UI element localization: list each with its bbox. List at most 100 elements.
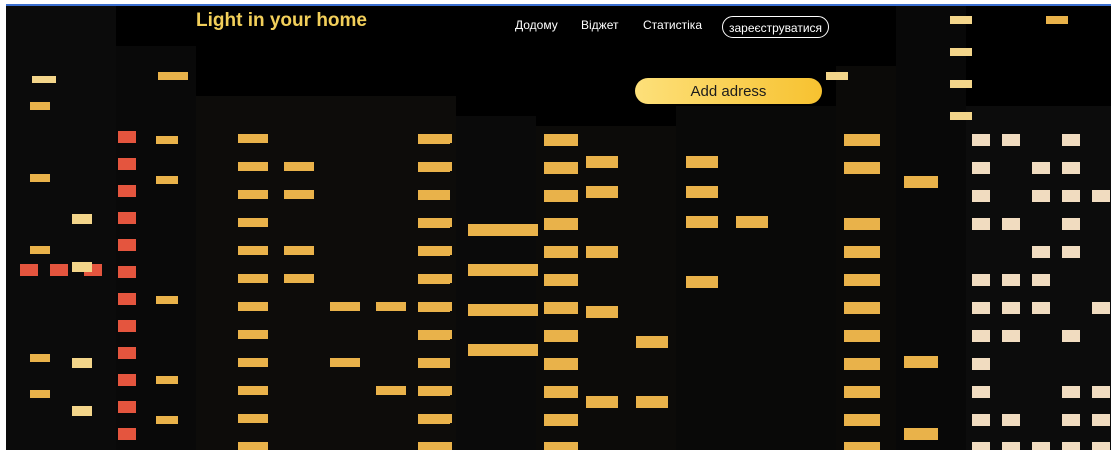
lit-window: [156, 416, 178, 424]
building-silhouette: [456, 116, 536, 450]
nav-widget-link[interactable]: Віджет: [581, 18, 618, 32]
lit-window: [544, 302, 578, 314]
lit-window: [972, 442, 990, 450]
lit-window: [284, 274, 314, 283]
lit-window: [1062, 442, 1080, 450]
lit-window: [1032, 190, 1050, 202]
lit-window: [156, 136, 178, 144]
lit-window: [844, 162, 880, 174]
lit-window: [238, 218, 268, 227]
lit-window: [468, 304, 538, 316]
lit-window: [1002, 218, 1020, 230]
lit-window: [544, 162, 578, 174]
nav-home-link[interactable]: Додому: [515, 18, 558, 32]
lit-window: [118, 320, 136, 332]
lit-window: [844, 218, 880, 230]
lit-window: [238, 274, 268, 283]
lit-window: [544, 218, 578, 230]
lit-window: [330, 358, 360, 367]
lit-window: [72, 358, 92, 368]
lit-window: [1032, 302, 1050, 314]
lit-window: [1092, 190, 1110, 202]
lit-window: [418, 218, 450, 228]
lit-window: [972, 386, 990, 398]
lit-window: [30, 102, 50, 110]
lit-window: [238, 442, 268, 450]
lit-window: [118, 293, 136, 305]
lit-window: [468, 264, 538, 276]
lit-window: [158, 72, 188, 80]
lit-window: [544, 358, 578, 370]
lit-window: [1032, 274, 1050, 286]
lit-window: [284, 190, 314, 199]
lit-window: [686, 276, 718, 288]
lit-window: [118, 374, 136, 386]
lit-window: [238, 414, 268, 423]
lit-window: [1062, 190, 1080, 202]
lit-window: [1002, 134, 1020, 146]
lit-window: [972, 218, 990, 230]
lit-window: [284, 246, 314, 255]
lit-window: [904, 356, 938, 368]
lit-window: [418, 162, 450, 172]
lit-window: [468, 224, 538, 236]
lit-window: [586, 306, 618, 318]
building-silhouette: [6, 6, 116, 450]
lit-window: [1092, 442, 1110, 450]
lit-window: [972, 302, 990, 314]
lit-window: [32, 76, 56, 83]
lit-window: [544, 414, 578, 426]
city-night-background: [6, 6, 1111, 450]
nav-stats-link[interactable]: Статистіка: [643, 18, 702, 32]
lit-window: [418, 302, 450, 312]
lit-window: [586, 246, 618, 258]
lit-window: [1032, 442, 1050, 450]
lit-window: [950, 112, 972, 120]
lit-window: [238, 190, 268, 199]
lit-window: [118, 185, 136, 197]
lit-window: [950, 48, 972, 56]
register-button[interactable]: зареєструватися: [722, 16, 830, 38]
lit-window: [118, 239, 136, 251]
lit-window: [844, 246, 880, 258]
lit-window: [844, 358, 880, 370]
lit-window: [844, 330, 880, 342]
lit-window: [118, 428, 136, 440]
lit-window: [376, 386, 406, 395]
add-address-button[interactable]: Add adress: [635, 78, 822, 104]
lit-window: [118, 266, 136, 278]
lit-window: [330, 302, 360, 311]
lit-window: [844, 134, 880, 146]
lit-window: [586, 156, 618, 168]
lit-window: [72, 262, 92, 272]
lit-window: [972, 190, 990, 202]
lit-window: [1002, 442, 1020, 450]
lit-window: [1062, 386, 1080, 398]
lit-window: [1062, 162, 1080, 174]
lit-window: [284, 162, 314, 171]
lit-window: [238, 134, 268, 143]
lit-window: [844, 302, 880, 314]
lit-window: [418, 134, 450, 144]
lit-window: [1092, 414, 1110, 426]
lit-window: [376, 302, 406, 311]
lit-window: [118, 212, 136, 224]
main-navigation: Додому Віджет Статистіка зареєструватися: [6, 12, 1111, 38]
lit-window: [30, 354, 50, 362]
lit-window: [1032, 246, 1050, 258]
lit-window: [156, 296, 178, 304]
lit-window: [1002, 274, 1020, 286]
building-silhouette: [196, 96, 456, 450]
lit-window: [238, 386, 268, 395]
lit-window: [118, 158, 136, 170]
lit-window: [468, 344, 538, 356]
lit-window: [418, 414, 450, 424]
lit-window: [418, 330, 450, 340]
lit-window: [1032, 162, 1050, 174]
building-silhouette: [896, 6, 966, 450]
lit-window: [1092, 386, 1110, 398]
lit-window: [72, 214, 92, 224]
lit-window: [418, 358, 450, 368]
lit-window: [238, 162, 268, 171]
lit-window: [736, 216, 768, 228]
